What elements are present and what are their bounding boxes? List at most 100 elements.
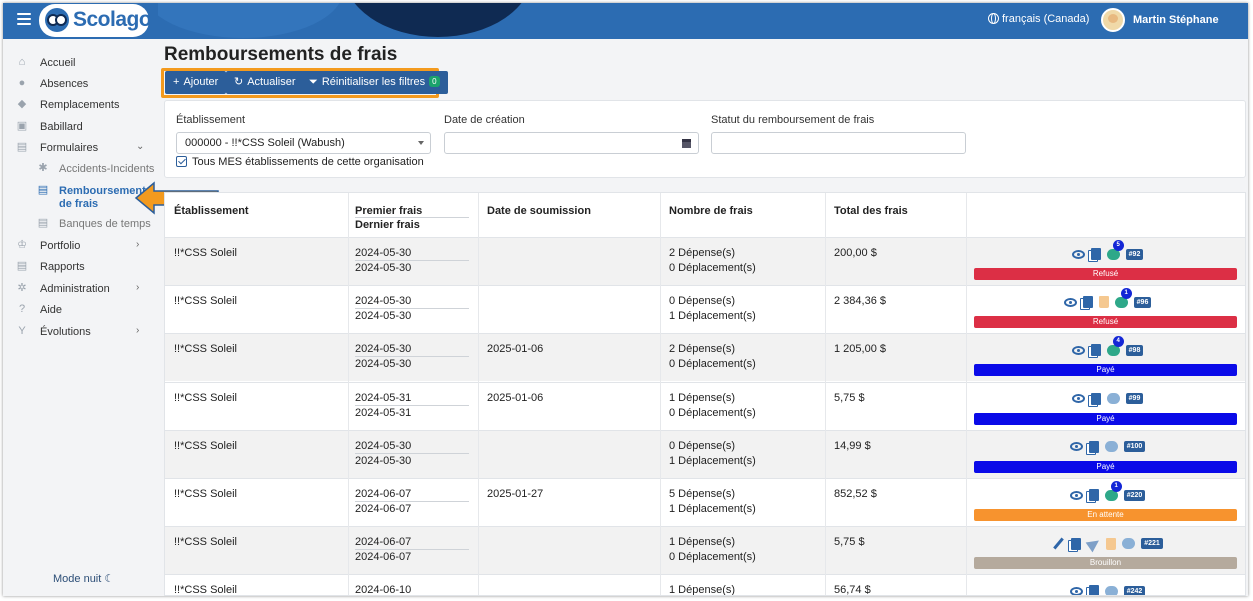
chat-icon[interactable]: 1 [1114, 287, 1132, 308]
row-actions: 4 #98 Payé [967, 334, 1245, 382]
copy-icon[interactable] [1090, 392, 1101, 405]
row-actions: 5 #92 Refusé [967, 238, 1245, 286]
total-cell: 1 205,00 $ [834, 343, 886, 356]
trash-icon[interactable] [1106, 537, 1117, 550]
sidebar-item-evolutions[interactable]: Y Évolutions › [3, 322, 158, 342]
cell-divider [355, 452, 469, 454]
column-divider [825, 193, 826, 595]
add-button[interactable]: + Ajouter [165, 71, 227, 94]
header-dernier-frais[interactable]: Dernier frais [355, 219, 420, 231]
header-total-frais[interactable]: Total des frais [834, 205, 908, 217]
sidebar-item-administration[interactable]: ✲ Administration › [3, 279, 158, 299]
send-icon[interactable] [1087, 537, 1100, 550]
sidebar-item-label: Rapports [40, 261, 85, 273]
header-premier-frais[interactable]: Premier frais [355, 205, 422, 217]
sidebar-item-remplacements[interactable]: ◆ Remplacements [3, 95, 158, 115]
trash-icon[interactable] [1098, 296, 1109, 309]
eye-icon[interactable] [1063, 297, 1077, 307]
dernier-frais-cell: 2024-05-30 [355, 310, 412, 323]
table-row[interactable]: !!*CSS Soleil 2024-05-31 2024-05-31 2025-01… [165, 381, 1245, 430]
table-row[interactable]: !!*CSS Soleil 2024-05-30 2024-05-30 0 Dépen… [165, 285, 1245, 334]
copy-icon[interactable] [1082, 296, 1093, 309]
sidebar-item-aide[interactable]: ? Aide [3, 300, 158, 320]
sidebar-item-accueil[interactable]: ⌂ Accueil [3, 53, 158, 73]
sidebar-item-formulaires[interactable]: ▤ Formulaires ⌄ [3, 138, 158, 158]
eye-icon[interactable] [1069, 586, 1083, 595]
pencil-icon[interactable] [1052, 537, 1065, 550]
copy-icon[interactable] [1090, 344, 1101, 357]
sidebar-item-babillard[interactable]: ▣ Babillard [3, 117, 158, 137]
chat-icon[interactable]: 1 [1104, 480, 1122, 501]
chat-icon[interactable] [1104, 441, 1118, 453]
table-row[interactable]: !!*CSS Soleil 2024-06-07 2024-06-07 1 Dépen… [165, 526, 1245, 575]
night-mode-toggle[interactable]: Mode nuit ☾ [53, 572, 114, 585]
eye-icon[interactable] [1071, 249, 1085, 259]
copy-icon[interactable] [1071, 537, 1082, 550]
etablissement-cell: !!*CSS Soleil [174, 343, 237, 356]
refresh-icon: ↻ [234, 76, 244, 88]
chat-icon[interactable] [1104, 585, 1118, 595]
eye-icon[interactable] [1069, 490, 1083, 500]
sidebar-item-absences[interactable]: ● Absences [3, 74, 158, 94]
all-establishments-checkbox[interactable] [176, 156, 187, 167]
status-badge: En attente [974, 509, 1237, 521]
date-soumission-cell: 2025-01-06 [487, 391, 544, 404]
copy-icon[interactable] [1090, 248, 1101, 260]
row-actions: 1 #96 Refusé [967, 286, 1245, 334]
deplacements-cell: 0 Déplacement(s) [669, 406, 756, 419]
request-number-badge[interactable]: #99 [1125, 393, 1144, 405]
logo[interactable]: Scolago [39, 4, 152, 37]
copy-icon[interactable] [1088, 440, 1099, 453]
eye-icon[interactable] [1071, 394, 1085, 404]
refresh-button[interactable]: ↻ Actualiser [226, 71, 304, 94]
depenses-cell: 2 Dépense(s) [669, 343, 736, 356]
menu-icon[interactable] [17, 13, 31, 25]
request-number-badge[interactable]: #220 [1123, 489, 1146, 501]
app-window: Scolago français (Canada) Martin Stéphan… [3, 3, 1248, 596]
table-row[interactable]: !!*CSS Soleil 2024-05-30 2024-05-30 2 Dépen… [165, 237, 1245, 286]
sidebar-item-banques-de-temps[interactable]: ▤ Banques de temps [3, 214, 158, 234]
eye-icon[interactable] [1071, 345, 1085, 355]
sidebar-item-rapports[interactable]: ▤ Rapports [3, 257, 158, 277]
request-number-badge[interactable]: #242 [1123, 585, 1146, 595]
gear-icon: ✲ [17, 282, 27, 294]
etablissement-select[interactable]: 000000 - !!*CSS Soleil (Wabush) [176, 132, 431, 154]
reset-filters-label: Réinitialiser les filtres [321, 76, 426, 88]
chevron-right-icon: › [136, 325, 140, 336]
eye-icon[interactable] [1069, 442, 1083, 452]
chat-icon[interactable] [1106, 393, 1120, 405]
deplacements-cell: 1 Déplacement(s) [669, 454, 756, 467]
sidebar: ⌂ Accueil ● Absences ◆ Remplacements ▣ Babil… [3, 39, 158, 596]
chat-icon[interactable]: 4 [1106, 335, 1124, 356]
premier-frais-cell: 2024-05-30 [355, 439, 412, 452]
request-number-badge[interactable]: #98 [1125, 344, 1144, 356]
header-nombre-frais[interactable]: Nombre de frais [669, 205, 753, 217]
request-number-badge[interactable]: #92 [1125, 248, 1144, 260]
date-creation-input[interactable] [444, 132, 699, 154]
filter-count-badge: 0 [429, 76, 440, 87]
sidebar-item-accidents-incidents[interactable]: ✱ Accidents-Incidents [3, 159, 158, 179]
request-number-badge[interactable]: #100 [1123, 441, 1146, 453]
statut-select[interactable] [711, 132, 966, 154]
request-number-badge[interactable]: #96 [1133, 296, 1152, 308]
premier-frais-cell: 2024-06-10 [355, 584, 412, 596]
table-row[interactable]: !!*CSS Soleil 2024-06-10 1 Dépense(s) 56,74… [165, 574, 1245, 596]
chat-icon[interactable] [1122, 538, 1136, 550]
etablissement-cell: !!*CSS Soleil [174, 584, 237, 596]
sidebar-item-portfolio[interactable]: ♔ Portfolio › [3, 236, 158, 256]
chat-icon[interactable]: 5 [1106, 239, 1124, 260]
header-date-soumission[interactable]: Date de soumission [487, 205, 591, 217]
calendar-icon[interactable] [682, 139, 691, 148]
copy-icon[interactable] [1088, 585, 1099, 595]
copy-icon[interactable] [1088, 489, 1099, 501]
user-menu[interactable]: Martin Stéphane [1101, 8, 1219, 32]
etablissement-value: 000000 - !!*CSS Soleil (Wabush) [185, 137, 345, 149]
home-icon: ⌂ [18, 56, 26, 68]
table-row[interactable]: !!*CSS Soleil 2024-06-07 2024-06-07 2025-01… [165, 478, 1245, 526]
table-row[interactable]: !!*CSS Soleil 2024-05-30 2024-05-30 2025-01… [165, 333, 1245, 382]
header-etablissement[interactable]: Établissement [174, 205, 249, 217]
reset-filters-button[interactable]: ⏷ Réinitialiser les filtres 0 [301, 71, 448, 94]
language-selector[interactable]: français (Canada) [988, 13, 1089, 25]
request-number-badge[interactable]: #221 [1141, 538, 1163, 550]
table-row[interactable]: !!*CSS Soleil 2024-05-30 2024-05-30 0 Dépen… [165, 429, 1245, 478]
